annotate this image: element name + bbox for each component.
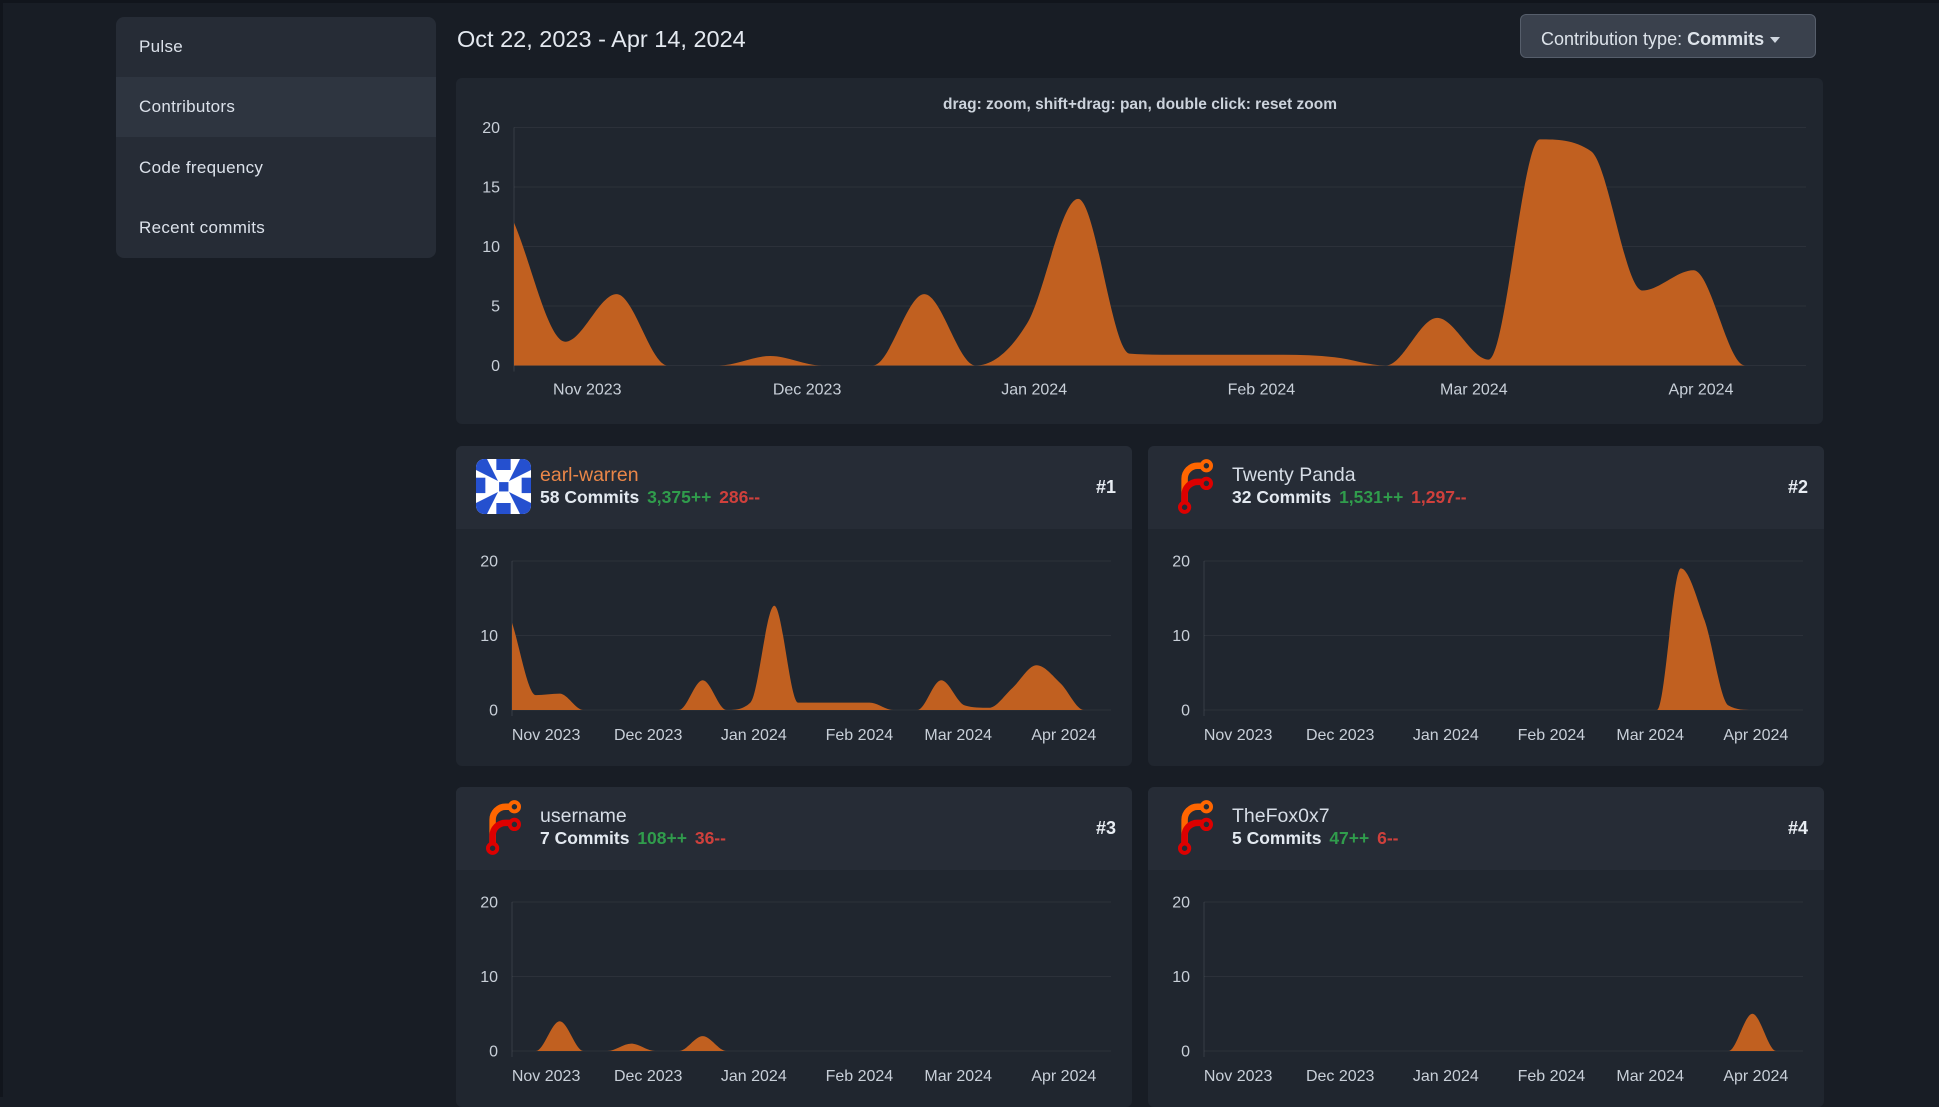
svg-text:Nov 2023: Nov 2023 <box>512 1068 581 1085</box>
svg-text:Feb 2024: Feb 2024 <box>826 727 894 744</box>
svg-text:0: 0 <box>489 702 498 719</box>
svg-text:Feb 2024: Feb 2024 <box>1518 1068 1586 1085</box>
svg-text:10: 10 <box>480 628 498 645</box>
svg-text:20: 20 <box>480 894 498 911</box>
svg-text:Apr 2024: Apr 2024 <box>1031 1068 1096 1085</box>
svg-text:20: 20 <box>1172 894 1190 911</box>
svg-text:Jan 2024: Jan 2024 <box>1001 382 1067 399</box>
svg-text:Mar 2024: Mar 2024 <box>924 727 992 744</box>
svg-text:Dec 2023: Dec 2023 <box>1306 727 1375 744</box>
svg-text:Feb 2024: Feb 2024 <box>1518 727 1586 744</box>
svg-text:15: 15 <box>482 180 500 197</box>
svg-text:20: 20 <box>1172 553 1190 570</box>
svg-text:Apr 2024: Apr 2024 <box>1669 382 1734 399</box>
svg-text:10: 10 <box>480 969 498 986</box>
svg-text:Feb 2024: Feb 2024 <box>826 1068 894 1085</box>
svg-text:20: 20 <box>480 553 498 570</box>
svg-text:Apr 2024: Apr 2024 <box>1723 1068 1788 1085</box>
svg-text:5: 5 <box>491 299 500 316</box>
svg-text:Jan 2024: Jan 2024 <box>1413 1068 1479 1085</box>
svg-text:Nov 2023: Nov 2023 <box>553 382 622 399</box>
svg-text:0: 0 <box>491 358 500 375</box>
svg-text:Mar 2024: Mar 2024 <box>924 1068 992 1085</box>
svg-text:Apr 2024: Apr 2024 <box>1031 727 1096 744</box>
svg-text:10: 10 <box>1172 969 1190 986</box>
svg-text:Nov 2023: Nov 2023 <box>512 727 581 744</box>
svg-text:Mar 2024: Mar 2024 <box>1440 382 1508 399</box>
svg-text:Dec 2023: Dec 2023 <box>1306 1068 1375 1085</box>
svg-text:drag: zoom, shift+drag: pan, d: drag: zoom, shift+drag: pan, double clic… <box>943 96 1337 113</box>
svg-text:10: 10 <box>1172 628 1190 645</box>
svg-text:Nov 2023: Nov 2023 <box>1204 1068 1273 1085</box>
svg-text:Mar 2024: Mar 2024 <box>1616 727 1684 744</box>
svg-text:Dec 2023: Dec 2023 <box>773 382 842 399</box>
svg-text:0: 0 <box>489 1043 498 1060</box>
svg-text:Feb 2024: Feb 2024 <box>1228 382 1296 399</box>
svg-text:Mar 2024: Mar 2024 <box>1616 1068 1684 1085</box>
svg-text:Apr 2024: Apr 2024 <box>1723 727 1788 744</box>
svg-text:10: 10 <box>482 239 500 256</box>
svg-text:Dec 2023: Dec 2023 <box>614 727 683 744</box>
svg-text:0: 0 <box>1181 1043 1190 1060</box>
svg-text:Jan 2024: Jan 2024 <box>721 727 787 744</box>
svg-text:Dec 2023: Dec 2023 <box>614 1068 683 1085</box>
svg-text:20: 20 <box>482 120 500 137</box>
svg-text:Jan 2024: Jan 2024 <box>721 1068 787 1085</box>
svg-text:0: 0 <box>1181 702 1190 719</box>
svg-text:Jan 2024: Jan 2024 <box>1413 727 1479 744</box>
svg-text:Nov 2023: Nov 2023 <box>1204 727 1273 744</box>
